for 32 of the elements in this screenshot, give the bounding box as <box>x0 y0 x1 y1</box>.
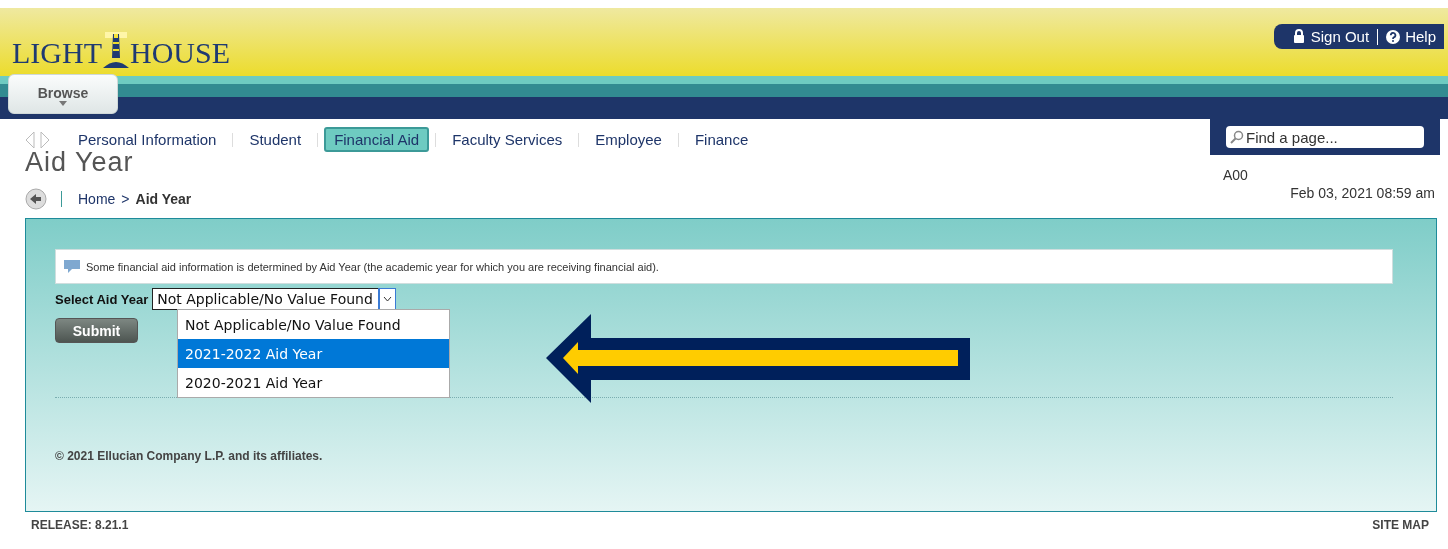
dropdown-option[interactable]: Not Applicable/No Value Found <box>178 310 449 339</box>
dropdown-option[interactable]: 2021-2022 Aid Year <box>178 339 449 368</box>
search-icon <box>1230 130 1244 144</box>
aid-year-select[interactable]: Not Applicable/No Value Found <box>152 288 396 310</box>
lighthouse-logo: LIGHT HOUSE <box>12 28 230 68</box>
top-link[interactable]: Sign Out <box>1291 28 1370 45</box>
dropdown-option[interactable]: 2020-2021 Aid Year <box>178 368 449 397</box>
lock-icon <box>1291 29 1306 44</box>
submit-button[interactable]: Submit <box>55 318 138 343</box>
select-label: Select Aid Year <box>55 291 149 307</box>
nav-tab[interactable]: Financial Aid <box>324 127 430 152</box>
search-field[interactable]: Find a page... <box>1226 126 1424 148</box>
nav-tab[interactable]: Faculty Services <box>442 127 573 152</box>
info-message: Some financial aid information is determined by Aid Year (the academic year for which you are receiving financial aid). <box>86 260 659 273</box>
nav-tab[interactable]: Student <box>239 127 312 152</box>
back-icon[interactable] <box>25 188 47 210</box>
breadcrumb-separator: > <box>121 191 130 207</box>
nav-tab[interactable]: Employee <box>585 127 672 152</box>
breadcrumb-link[interactable]: Home <box>78 191 116 207</box>
help-icon <box>1386 29 1401 44</box>
copyright-text: © 2021 Ellucian Company L.P. and its affiliates. <box>55 449 324 463</box>
timestamp: Feb 03, 2021 08:59 am <box>1290 185 1435 201</box>
browse-tab[interactable]: Browse <box>8 74 118 114</box>
release-version: RELEASE: 8.21.1 <box>31 518 129 532</box>
chevron-down-icon <box>382 296 392 302</box>
nav-tab[interactable]: Finance <box>684 127 759 152</box>
user-id: A00 <box>1223 167 1248 183</box>
breadcrumb-current: Aid Year <box>135 191 192 207</box>
site-map-link[interactable]: SITE MAP <box>1372 518 1429 532</box>
speech-bubble-icon <box>64 259 80 274</box>
caret-icon <box>59 100 67 106</box>
top-link[interactable]: Help <box>1386 28 1436 45</box>
